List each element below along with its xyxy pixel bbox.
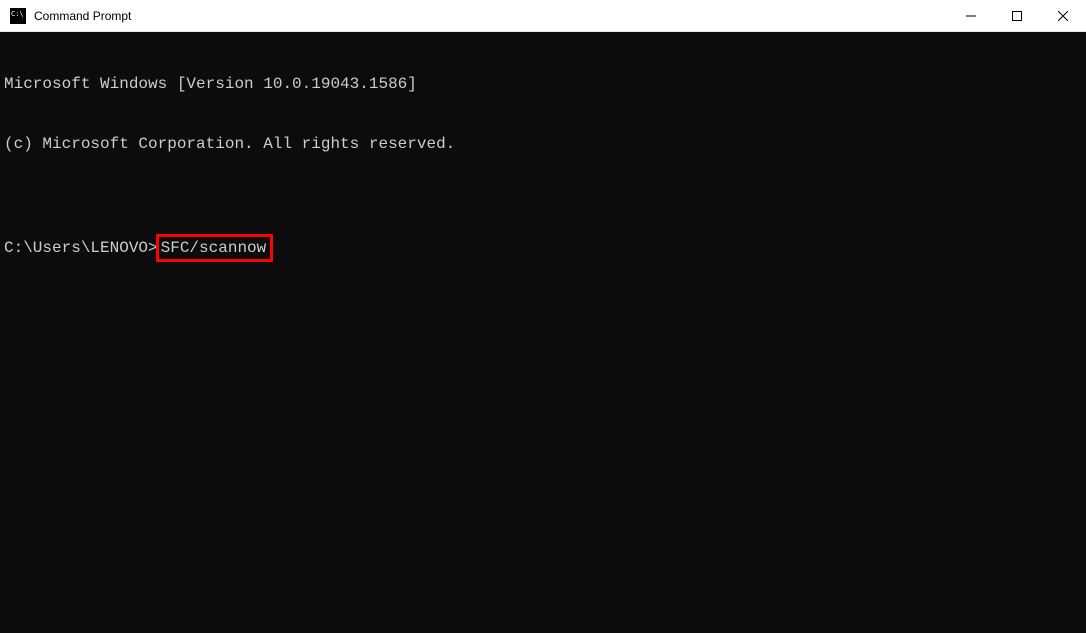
titlebar-controls <box>948 0 1086 31</box>
prompt-path: C:\Users\LENOVO> <box>4 238 158 258</box>
cmd-icon <box>10 8 26 24</box>
maximize-button[interactable] <box>994 0 1040 31</box>
close-icon <box>1058 11 1068 21</box>
maximize-icon <box>1012 11 1022 21</box>
terminal-area[interactable]: Microsoft Windows [Version 10.0.19043.15… <box>0 32 1086 633</box>
minimize-button[interactable] <box>948 0 994 31</box>
terminal-line-version: Microsoft Windows [Version 10.0.19043.15… <box>4 74 1082 94</box>
command-highlight: SFC/scannow <box>156 234 274 262</box>
command-prompt-window: Command Prompt Microsoft Windows [V <box>0 0 1086 633</box>
window-title: Command Prompt <box>34 9 131 23</box>
titlebar[interactable]: Command Prompt <box>0 0 1086 32</box>
terminal-line-copyright: (c) Microsoft Corporation. All rights re… <box>4 134 1082 154</box>
typed-command: SFC/scannow <box>161 239 267 257</box>
minimize-icon <box>966 11 976 21</box>
prompt-line: C:\Users\LENOVO>SFC/scannow <box>4 234 1082 262</box>
close-button[interactable] <box>1040 0 1086 31</box>
